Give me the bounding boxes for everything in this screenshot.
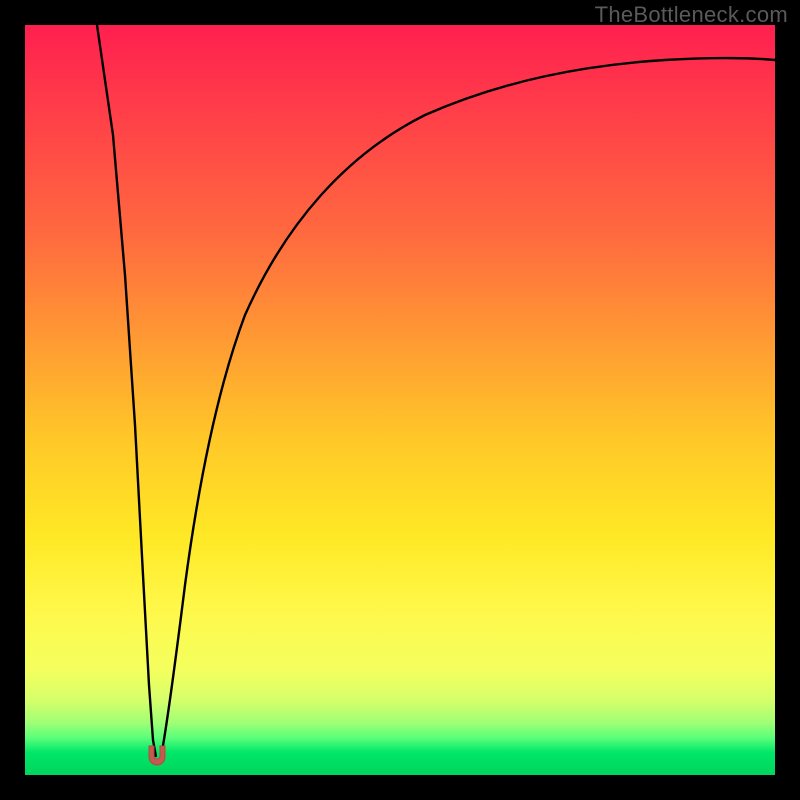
bottleneck-curve xyxy=(25,25,775,775)
minimum-marker xyxy=(144,743,170,769)
u-shape-icon xyxy=(144,743,170,769)
curve-left-branch xyxy=(97,25,156,757)
plot-area xyxy=(25,25,775,775)
curve-right-branch xyxy=(161,58,775,757)
chart-frame: TheBottleneck.com xyxy=(0,0,800,800)
